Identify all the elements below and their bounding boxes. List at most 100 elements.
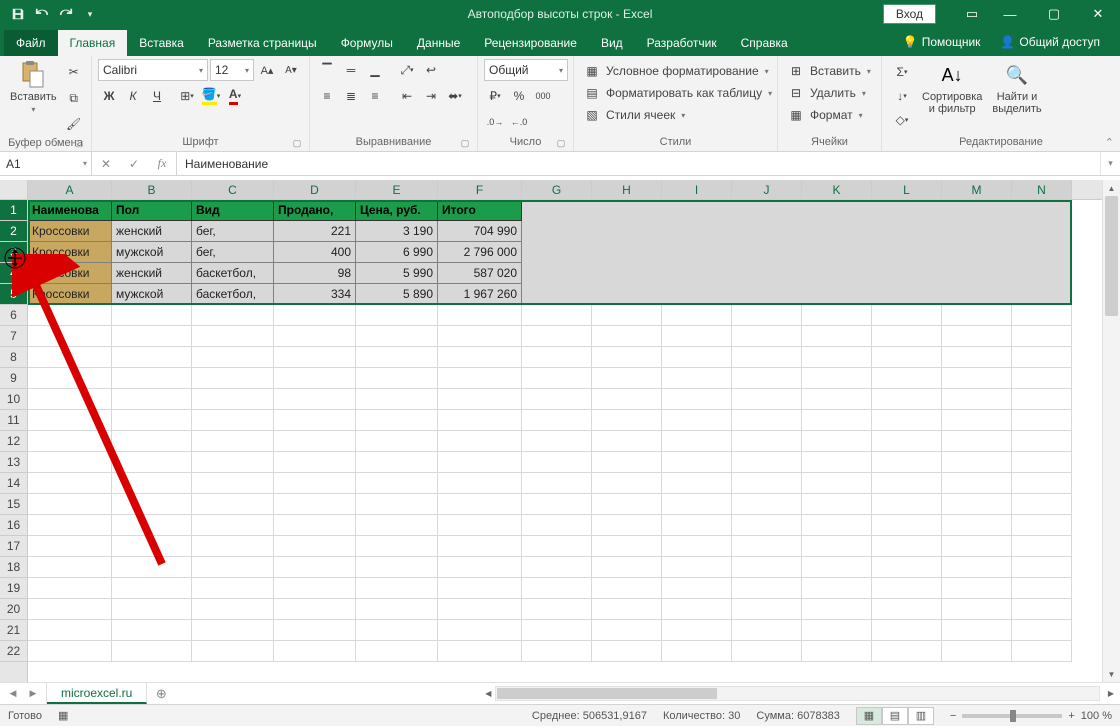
column-header[interactable]: D: [274, 180, 356, 199]
save-icon[interactable]: [6, 2, 30, 26]
align-right-icon[interactable]: ≡: [364, 85, 386, 107]
column-header[interactable]: B: [112, 180, 192, 199]
column-header[interactable]: K: [802, 180, 872, 199]
cell[interactable]: 2 796 000: [438, 242, 522, 263]
cell[interactable]: [192, 389, 274, 410]
cell[interactable]: [942, 410, 1012, 431]
cell[interactable]: [942, 578, 1012, 599]
cell[interactable]: [356, 578, 438, 599]
cell[interactable]: мужской: [112, 284, 192, 305]
cell[interactable]: [662, 200, 732, 221]
cell[interactable]: [112, 515, 192, 536]
insert-cells-button[interactable]: ⊞Вставить▾: [784, 61, 875, 81]
cell[interactable]: [662, 221, 732, 242]
row-header[interactable]: 13: [0, 452, 27, 473]
cell[interactable]: [942, 389, 1012, 410]
expand-formula-bar-icon[interactable]: ▾: [1100, 152, 1120, 175]
cell[interactable]: [942, 536, 1012, 557]
cell[interactable]: [872, 599, 942, 620]
cell[interactable]: [522, 578, 592, 599]
cell[interactable]: 5 990: [356, 263, 438, 284]
cell[interactable]: [192, 410, 274, 431]
tab-review[interactable]: Рецензирование: [472, 30, 589, 56]
select-all-button[interactable]: [0, 180, 28, 200]
cell[interactable]: [802, 494, 872, 515]
cell[interactable]: [522, 347, 592, 368]
cell[interactable]: [356, 326, 438, 347]
cell[interactable]: [192, 599, 274, 620]
cell[interactable]: [732, 578, 802, 599]
cell[interactable]: [732, 284, 802, 305]
row-header[interactable]: 11: [0, 410, 27, 431]
cell[interactable]: [356, 452, 438, 473]
row-header[interactable]: 18: [0, 557, 27, 578]
cell[interactable]: [802, 578, 872, 599]
cell[interactable]: [1012, 536, 1072, 557]
cell[interactable]: [732, 221, 802, 242]
cell[interactable]: [872, 263, 942, 284]
cell[interactable]: [592, 557, 662, 578]
cell[interactable]: [942, 473, 1012, 494]
cell[interactable]: [192, 452, 274, 473]
cell[interactable]: [592, 515, 662, 536]
cell[interactable]: [192, 557, 274, 578]
cell[interactable]: [192, 515, 274, 536]
cell[interactable]: [802, 389, 872, 410]
row-header[interactable]: 7: [0, 326, 27, 347]
cell[interactable]: [732, 557, 802, 578]
cell[interactable]: [356, 431, 438, 452]
cell[interactable]: [872, 347, 942, 368]
cell[interactable]: [942, 347, 1012, 368]
cell[interactable]: [28, 368, 112, 389]
cell[interactable]: [732, 305, 802, 326]
cell[interactable]: [662, 494, 732, 515]
zoom-out-icon[interactable]: −: [950, 710, 956, 722]
cell[interactable]: [592, 494, 662, 515]
cell[interactable]: [872, 515, 942, 536]
cell[interactable]: [662, 452, 732, 473]
cell[interactable]: [438, 473, 522, 494]
column-header[interactable]: M: [942, 180, 1012, 199]
align-middle-icon[interactable]: ═: [340, 59, 362, 81]
delete-cells-button[interactable]: ⊟Удалить▾: [784, 83, 870, 103]
cell[interactable]: [872, 452, 942, 473]
cell[interactable]: [802, 200, 872, 221]
cell[interactable]: [592, 305, 662, 326]
cell[interactable]: [522, 410, 592, 431]
cell[interactable]: [1012, 431, 1072, 452]
cell[interactable]: [438, 557, 522, 578]
cell[interactable]: [732, 473, 802, 494]
cell[interactable]: [872, 536, 942, 557]
cell[interactable]: [112, 410, 192, 431]
cell[interactable]: [662, 305, 732, 326]
cell[interactable]: [942, 284, 1012, 305]
cell[interactable]: [112, 599, 192, 620]
align-center-icon[interactable]: ≣: [340, 85, 362, 107]
italic-button[interactable]: К: [122, 85, 144, 107]
tab-data[interactable]: Данные: [405, 30, 472, 56]
cell[interactable]: [522, 599, 592, 620]
cell[interactable]: [942, 452, 1012, 473]
cell[interactable]: [274, 326, 356, 347]
cell[interactable]: [1012, 578, 1072, 599]
cell[interactable]: [28, 431, 112, 452]
cell[interactable]: [592, 578, 662, 599]
minimize-button[interactable]: —: [988, 0, 1032, 28]
cell[interactable]: [522, 431, 592, 452]
cell[interactable]: [1012, 515, 1072, 536]
cell[interactable]: [802, 221, 872, 242]
row-header[interactable]: 16: [0, 515, 27, 536]
cell[interactable]: [732, 200, 802, 221]
page-layout-view-icon[interactable]: ▤: [882, 707, 908, 725]
sheet-next-icon[interactable]: ▶: [24, 688, 42, 699]
cell[interactable]: [438, 326, 522, 347]
cell[interactable]: [522, 326, 592, 347]
cell[interactable]: [1012, 641, 1072, 662]
cell[interactable]: [112, 620, 192, 641]
cell[interactable]: [662, 536, 732, 557]
cell[interactable]: [438, 389, 522, 410]
name-box[interactable]: A1▾: [0, 152, 92, 175]
cell[interactable]: [112, 431, 192, 452]
align-top-icon[interactable]: ▔: [316, 59, 338, 81]
cell[interactable]: [192, 494, 274, 515]
